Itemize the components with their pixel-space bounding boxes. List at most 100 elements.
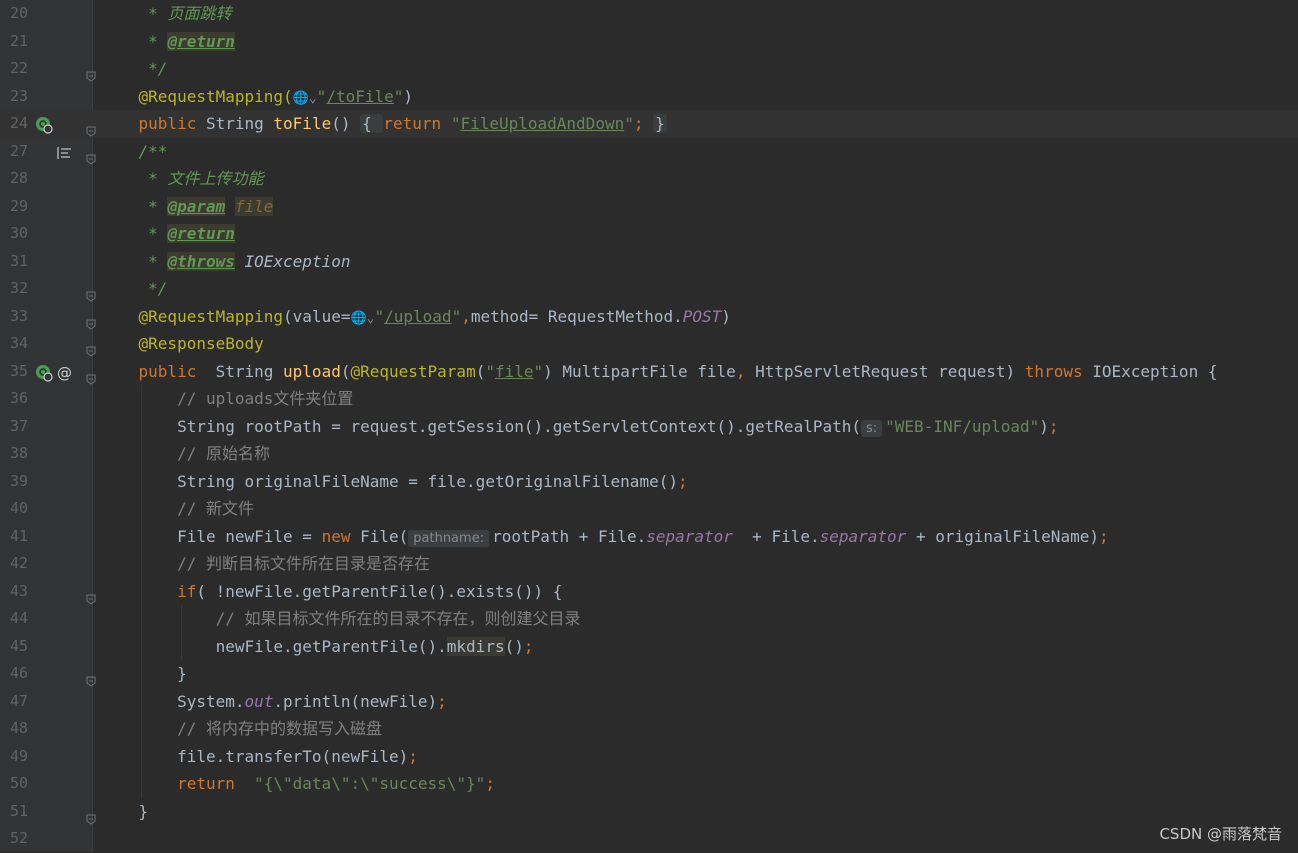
code-line[interactable]: 43 if( !newFile.getParentFile().exists()…	[0, 577, 1298, 606]
code-line[interactable]: 29 * @param file	[0, 193, 1298, 221]
code-text[interactable]: file.transferTo(newFile);	[100, 743, 418, 771]
annotation-at-icon[interactable]: @	[56, 363, 74, 382]
code-token: rootPath + File.	[492, 526, 647, 546]
code-line[interactable]: 28 * 文件上传功能	[0, 165, 1298, 193]
code-text[interactable]: * 文件上传功能	[100, 165, 263, 193]
web-endpoint-icon[interactable]	[35, 363, 53, 382]
line-number: 45	[9, 636, 28, 655]
code-line[interactable]: 52	[0, 825, 1298, 853]
code-text[interactable]: // 判断目标文件所在目录是否存在	[100, 550, 430, 578]
code-text[interactable]: if( !newFile.getParentFile().exists()) {	[100, 578, 562, 606]
code-text[interactable]: System.out.println(newFile);	[100, 688, 447, 716]
code-line[interactable]: 48 // 将内存中的数据写入磁盘	[0, 715, 1298, 743]
code-text[interactable]: File newFile = new File(pathname: rootPat…	[100, 523, 1109, 553]
code-text[interactable]: String rootPath = request.getSession().g…	[100, 413, 1059, 443]
fold-marker-icon[interactable]	[86, 668, 96, 687]
code-text[interactable]: * 页面跳转	[100, 0, 231, 28]
code-text[interactable]: return "{\"data\":\"success\"}";	[100, 770, 495, 798]
code-line[interactable]: 24 public String toFile() { return "File…	[0, 110, 1298, 138]
code-line[interactable]: 35 @ public String upload(@RequestParam("…	[0, 358, 1298, 386]
code-line[interactable]: 27 /**	[0, 138, 1298, 166]
code-token: @RequestParam	[350, 361, 476, 381]
code-line[interactable]: 39 String originalFileName = file.getOri…	[0, 467, 1298, 496]
code-token: }	[100, 664, 187, 683]
fold-marker-icon[interactable]	[86, 586, 96, 605]
code-text[interactable]: // uploads文件夹位置	[100, 385, 353, 413]
code-token: "	[316, 86, 327, 106]
code-token: {	[360, 114, 384, 133]
code-line[interactable]: 47 System.out.println(newFile);	[0, 687, 1298, 716]
code-line[interactable]: 34 @ResponseBody	[0, 330, 1298, 358]
code-token: public	[100, 361, 216, 381]
code-token: ;	[633, 114, 654, 133]
code-line[interactable]: 33 @RequestMapping(value=🌐⌄"/upload",met…	[0, 303, 1298, 331]
doc-comment-icon[interactable]	[55, 143, 73, 161]
fold-marker-icon[interactable]	[86, 63, 96, 82]
code-text[interactable]: @ResponseBody	[100, 330, 264, 358]
code-text[interactable]: // 如果目标文件所在的目录不存在，则创建父目录	[100, 605, 581, 633]
line-number: 31	[9, 251, 28, 270]
code-editor[interactable]: 20 * 页面跳转 21 * @return 22 */23 @RequestMap…	[0, 0, 1298, 852]
code-token: @return	[167, 31, 235, 51]
code-token: ;	[677, 471, 688, 491]
fold-marker-icon[interactable]	[86, 338, 96, 357]
code-line[interactable]: 42 // 判断目标文件所在目录是否存在	[0, 550, 1298, 578]
code-line[interactable]: 46 }	[0, 660, 1298, 688]
code-text[interactable]: public String toFile() { return "FileUpl…	[100, 110, 667, 138]
code-line[interactable]: 44 // 如果目标文件所在的目录不存在，则创建父目录	[0, 605, 1298, 633]
code-text[interactable]: * @return	[100, 28, 235, 56]
fold-marker-icon[interactable]	[86, 366, 96, 385]
code-token: ;	[1048, 416, 1059, 436]
code-line[interactable]: 40 // 新文件	[0, 495, 1298, 523]
code-text[interactable]: */	[100, 55, 167, 83]
code-text[interactable]: // 新文件	[100, 495, 254, 523]
code-token: // 如果目标文件所在的目录不存在，则创建父目录	[100, 609, 581, 628]
code-text[interactable]: @RequestMapping(value=🌐⌄"/upload",method…	[100, 303, 731, 333]
code-line[interactable]: 22 */	[0, 55, 1298, 83]
code-text[interactable]: // 原始名称	[100, 440, 270, 468]
code-text[interactable]: @RequestMapping(🌐⌄"/toFile")	[100, 83, 414, 113]
code-text[interactable]: newFile.getParentFile().mkdirs();	[100, 633, 533, 661]
code-token: "{\"data\":\"success\"}"	[254, 774, 486, 793]
line-number: 40	[9, 499, 28, 517]
code-line[interactable]: 23 @RequestMapping(🌐⌄"/toFile")	[0, 83, 1298, 111]
line-number: 46	[9, 664, 28, 682]
code-token: /toFile	[326, 86, 394, 106]
web-endpoint-icon[interactable]	[35, 115, 53, 134]
code-text[interactable]: public String upload(@RequestParam("file…	[100, 358, 1218, 386]
code-token: POST	[682, 306, 722, 326]
code-line[interactable]: 36 // uploads文件夹位置	[0, 385, 1298, 413]
code-token: "	[451, 306, 462, 326]
fold-marker-icon[interactable]	[86, 283, 96, 302]
fold-marker-icon[interactable]	[86, 118, 96, 137]
code-line[interactable]: 20 * 页面跳转	[0, 0, 1298, 28]
code-line[interactable]: 37 String rootPath = request.getSession(…	[0, 412, 1298, 443]
code-text[interactable]: /**	[100, 138, 168, 166]
code-line[interactable]: 21 * @return	[0, 28, 1298, 56]
line-number: 30	[9, 224, 28, 242]
code-line[interactable]: 45 newFile.getParentFile().mkdirs();	[0, 632, 1298, 661]
code-token: (	[475, 361, 486, 381]
code-text[interactable]: String originalFileName = file.getOrigin…	[100, 468, 688, 496]
fold-marker-icon[interactable]	[86, 146, 96, 165]
code-text[interactable]: }	[100, 798, 149, 826]
code-line[interactable]: 32 */	[0, 275, 1298, 303]
code-text[interactable]: */	[100, 275, 167, 303]
code-line[interactable]: 38 // 原始名称	[0, 440, 1298, 468]
line-number: 29	[9, 196, 28, 215]
code-text[interactable]: * @throws IOException	[100, 248, 350, 276]
code-line[interactable]: 50 return "{\"data\":\"success\"}";	[0, 770, 1298, 798]
code-line[interactable]: 51 }	[0, 798, 1298, 826]
code-text[interactable]: * @return	[100, 220, 235, 248]
code-line[interactable]: 31 * @throws IOException	[0, 248, 1298, 276]
fold-marker-icon[interactable]	[86, 311, 96, 330]
code-line[interactable]: 49 file.transferTo(newFile);	[0, 742, 1298, 771]
line-number: 42	[9, 554, 28, 572]
fold-marker-icon[interactable]	[86, 806, 96, 825]
code-line[interactable]: 41 File newFile = new File(pathname: root…	[0, 522, 1298, 553]
code-text[interactable]: // 将内存中的数据写入磁盘	[100, 715, 382, 743]
code-text[interactable]: * @param file	[100, 193, 274, 221]
code-line[interactable]: 30 * @return	[0, 220, 1298, 248]
code-text[interactable]: }	[100, 660, 187, 688]
code-token: @ResponseBody	[100, 334, 264, 353]
